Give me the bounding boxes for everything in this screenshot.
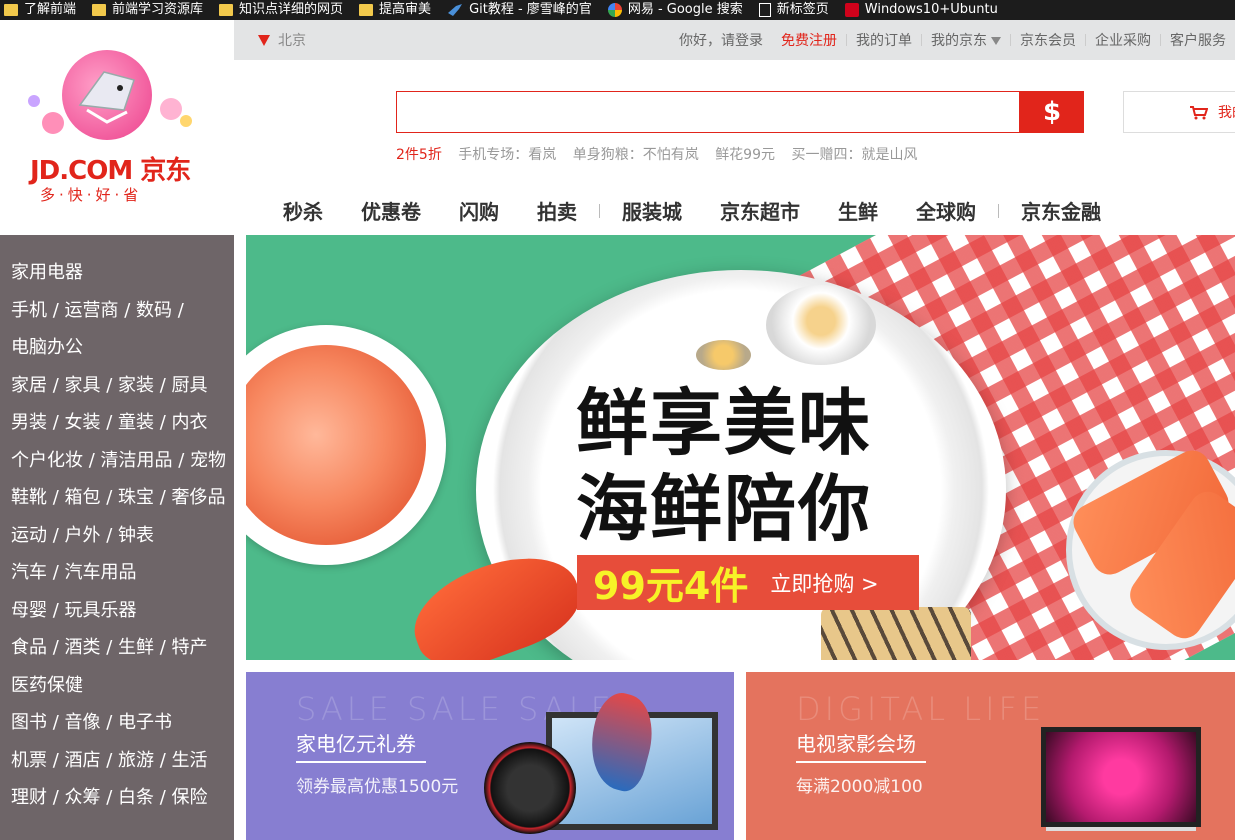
promo-ghost-text: DIGITAL LIFE [796, 690, 1046, 728]
nav-item-supermarket[interactable]: 京东超市 [701, 196, 819, 225]
enterprise-link[interactable]: 企业采购 [1086, 30, 1160, 50]
orders-link[interactable]: 我的订单 [847, 30, 921, 50]
nav-item-global[interactable]: 全球购 [897, 196, 995, 225]
mascot-icon [62, 50, 152, 140]
nav-item-flash[interactable]: 闪购 [440, 196, 518, 225]
banner-cta-label: 立即抢购 > [770, 571, 879, 596]
folder-icon [219, 4, 234, 16]
hotword-link[interactable]: 鲜花99元 [715, 147, 775, 163]
divider [796, 761, 926, 763]
scallop-image [766, 285, 876, 365]
cart-button[interactable]: 我的购物车 [1123, 91, 1235, 133]
robot-vacuum-image [484, 742, 576, 834]
nav-item-miaosha[interactable]: 秒杀 [264, 196, 342, 225]
hero-banner[interactable]: 鲜享美味 海鲜陪你 99元4件 立即抢购 > [246, 235, 1235, 660]
promo-banner-appliance[interactable]: SALE SALE SALE 家电亿元礼券 领券最高优惠1500元 [246, 672, 734, 840]
promo-title: 电视家影会场 [796, 732, 916, 756]
category-item[interactable]: 机票 / 酒店 / 旅游 / 生活 [0, 742, 234, 780]
search-icon: $ [1042, 97, 1062, 127]
location-selector[interactable]: 北京 [258, 30, 306, 50]
scallop-image [696, 340, 751, 370]
cart-icon [1190, 106, 1208, 120]
bubble-decoration [180, 115, 192, 127]
category-item[interactable]: 家居 / 家具 / 家装 / 厨具 [0, 367, 234, 405]
register-link[interactable]: 免费注册 [772, 30, 846, 50]
category-item[interactable]: 个户化妆 / 清洁用品 / 宠物 [0, 442, 234, 480]
category-item[interactable]: 图书 / 音像 / 电子书 [0, 704, 234, 742]
login-link[interactable]: 你好，请登录 [670, 30, 772, 50]
category-item[interactable]: 汽车 / 汽车用品 [0, 554, 234, 592]
folder-icon [359, 4, 374, 16]
hot-search-words: 2件5折 手机专场：看岚 单身狗粮：不怕有岚 鲜花99元 买一赠四：就是山风 [396, 144, 929, 164]
bookmark-item[interactable]: 了解前端 [4, 0, 76, 20]
divider [599, 203, 600, 218]
nav-item-finance[interactable]: 京东金融 [1002, 196, 1120, 225]
promo-banner-tv[interactable]: DIGITAL LIFE 电视家影会场 每满2000减100 [746, 672, 1235, 840]
hotword-link[interactable]: 手机专场：看岚 [458, 147, 556, 163]
bubble-decoration [42, 112, 64, 134]
category-item[interactable]: 手机 / 运营商 / 数码 / [0, 292, 234, 330]
folder-icon [92, 4, 107, 16]
search-input[interactable] [396, 91, 1020, 133]
page-icon [758, 3, 771, 17]
bookmark-item[interactable]: Windows10+Ubuntu [844, 0, 998, 20]
logo[interactable]: JD.COM 京东 多·快·好·省 [0, 20, 234, 235]
folder-icon [4, 4, 18, 16]
nav-item-clothing[interactable]: 服装城 [603, 196, 701, 225]
bookmark-item[interactable]: 知识点详细的网页 [219, 0, 343, 20]
category-item[interactable]: 男装 / 女装 / 童装 / 内衣 [0, 404, 234, 442]
hotword-link[interactable]: 买一赠四：就是山风 [791, 147, 917, 163]
bookmark-item[interactable]: 提高审美 [359, 0, 431, 20]
nav-item-auction[interactable]: 拍卖 [518, 196, 596, 225]
google-icon [607, 3, 622, 17]
tv-stand-image [1046, 827, 1196, 831]
top-util-bar: 北京 你好，请登录 免费注册 我的订单 我的京东 京东会员 企业采购 客户服务 [234, 20, 1235, 60]
brand-text: JD.COM 京东 [30, 156, 191, 186]
banner-cta-button[interactable]: 99元4件 立即抢购 > [577, 555, 919, 610]
category-item[interactable]: 运动 / 户外 / 钟表 [0, 517, 234, 555]
razor-clam-image [821, 607, 971, 660]
promo-title: 家电亿元礼券 [296, 732, 416, 756]
category-item[interactable]: 食品 / 酒类 / 生鲜 / 特产 [0, 629, 234, 667]
category-item[interactable]: 鞋靴 / 箱包 / 珠宝 / 奢侈品 [0, 479, 234, 517]
category-item[interactable]: 医药保健 [0, 667, 234, 705]
service-link[interactable]: 客户服务 [1161, 30, 1235, 50]
category-item[interactable]: 母婴 / 玩具乐器 [0, 592, 234, 630]
member-link[interactable]: 京东会员 [1011, 30, 1085, 50]
banner-price: 99元4件 [593, 564, 749, 608]
hotword-link[interactable]: 2件5折 [396, 147, 442, 163]
divider [296, 761, 426, 763]
chevron-down-icon [991, 37, 1001, 45]
bubble-decoration [28, 95, 40, 107]
tv-image [1041, 727, 1201, 827]
location-pin-icon [258, 34, 270, 46]
search-button[interactable]: $ [1020, 91, 1084, 133]
divider [998, 203, 999, 218]
bird-icon [448, 4, 463, 16]
category-item[interactable]: 家用电器 [0, 254, 234, 292]
banner-headline: 鲜享美味 海鲜陪你 [576, 381, 873, 551]
bookmark-item[interactable]: 网易 - Google 搜索 [607, 0, 743, 20]
bubble-decoration [160, 98, 182, 120]
bookmark-item[interactable]: Git教程 - 廖雪峰的官 [447, 0, 592, 20]
promo-subtitle: 每满2000减100 [796, 777, 923, 797]
promo-subtitle: 领券最高优惠1500元 [296, 777, 459, 797]
nav-item-coupon[interactable]: 优惠卷 [342, 196, 440, 225]
bookmark-item[interactable]: 前端学习资源库 [92, 0, 203, 20]
main-nav: 秒杀 优惠卷 闪购 拍卖 服装城 京东超市 生鲜 全球购 京东金融 [264, 196, 1120, 225]
my-jd-menu[interactable]: 我的京东 [922, 30, 1010, 50]
nav-item-fresh[interactable]: 生鲜 [819, 196, 897, 225]
slogan-text: 多·快·好·省 [40, 186, 143, 204]
hotword-link[interactable]: 单身狗粮：不怕有岚 [573, 147, 699, 163]
category-item[interactable]: 电脑办公 [0, 329, 234, 367]
category-item[interactable]: 理财 / 众筹 / 白条 / 保险 [0, 779, 234, 817]
bookmark-icon [844, 3, 859, 17]
category-menu: 家用电器 手机 / 运营商 / 数码 / 电脑办公 家居 / 家具 / 家装 /… [0, 235, 234, 840]
bookmark-item[interactable]: 新标签页 [758, 0, 829, 20]
bookmarks-bar: 了解前端 前端学习资源库 知识点详细的网页 提高审美 Git教程 - 廖雪峰的官… [0, 0, 1235, 20]
